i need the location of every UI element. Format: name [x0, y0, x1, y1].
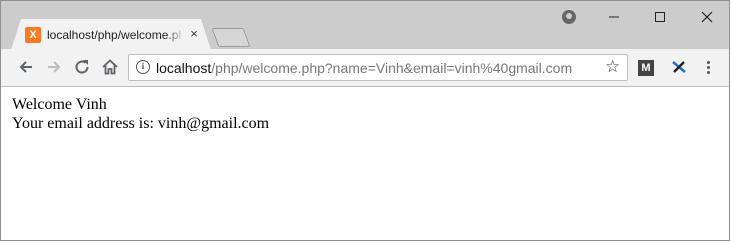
back-button[interactable] [15, 56, 37, 78]
reload-button[interactable] [71, 56, 93, 78]
extension-m-icon[interactable]: M [638, 60, 654, 76]
reload-icon [75, 60, 89, 74]
star-icon[interactable]: ☆ [605, 57, 620, 77]
maximize-icon [655, 12, 665, 22]
extension-x-icon[interactable] [670, 58, 688, 76]
url-path: /php/welcome.php?name=Vinh&email=vinh%40… [211, 60, 573, 76]
menu-icon[interactable] [703, 59, 713, 77]
minimize-button[interactable] [598, 7, 630, 27]
maximize-button[interactable] [644, 7, 676, 27]
page-content: Welcome Vinh Your email address is: vinh… [12, 95, 269, 133]
tab-close-icon[interactable]: × [187, 27, 201, 41]
home-button[interactable] [99, 56, 121, 78]
browser-window: X localhost/php/welcome.php?name=Vinh&em… [0, 0, 730, 241]
close-icon [701, 11, 713, 23]
url-text[interactable]: localhost/php/welcome.php?name=Vinh&emai… [156, 60, 572, 76]
info-icon[interactable]: i [136, 60, 150, 74]
back-icon [19, 61, 32, 73]
extension-x-shape [672, 61, 686, 73]
forward-icon [48, 61, 61, 73]
tab-title: localhost/php/welcome.php?name=Vinh&emai… [47, 28, 181, 42]
forward-button[interactable] [43, 56, 65, 78]
minimize-icon [609, 16, 619, 18]
tab-title-fade [166, 26, 184, 44]
email-text: Your email address is: vinh@gmail.com [12, 115, 270, 132]
url-host: localhost [156, 60, 212, 76]
new-tab-button[interactable] [211, 28, 251, 47]
xampp-favicon-icon: X [25, 27, 41, 43]
home-icon [102, 59, 118, 75]
close-window-button[interactable] [691, 7, 723, 27]
welcome-text: Welcome Vinh [12, 96, 107, 113]
profile-icon[interactable] [562, 10, 576, 24]
